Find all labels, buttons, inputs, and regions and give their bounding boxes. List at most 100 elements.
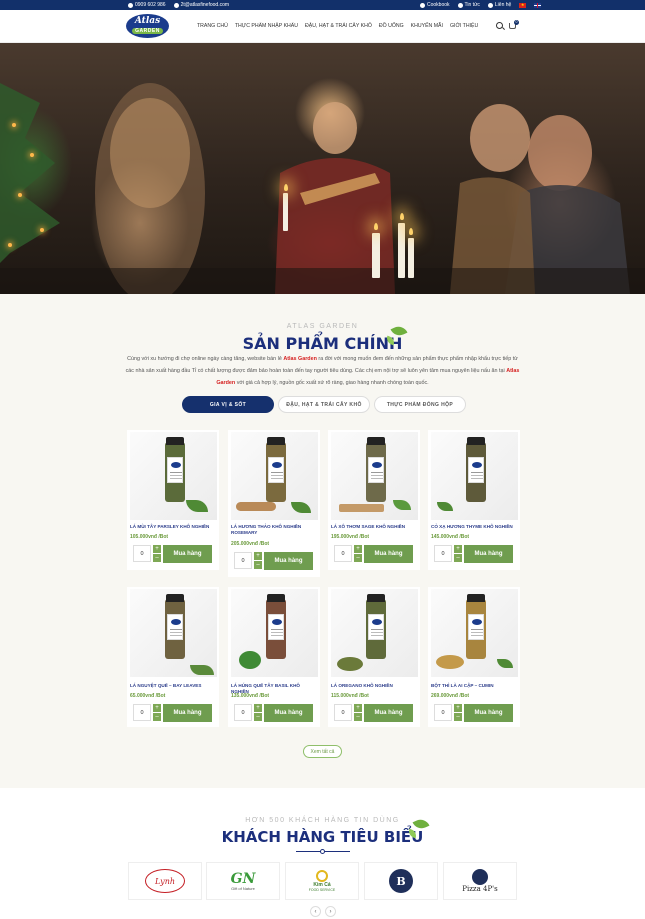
buy-button[interactable]: Mua hàng — [163, 704, 212, 722]
mail-icon — [173, 2, 179, 8]
product-image[interactable] — [231, 432, 318, 520]
quantity-input[interactable]: 0 — [434, 704, 452, 721]
client-logo[interactable]: B — [364, 862, 438, 900]
quantity-input[interactable]: 0 — [434, 545, 452, 562]
nav-item-promotions[interactable]: KHUYẾN MÃI — [411, 23, 443, 29]
spice-jar — [366, 594, 386, 659]
tab-spices-sauces[interactable]: GIA VỊ & SỐT — [182, 396, 274, 413]
qty-minus-button[interactable]: – — [354, 554, 362, 562]
view-all-button[interactable]: Xem tất cả — [303, 745, 342, 758]
topbar-link-news[interactable]: Tin tức — [457, 2, 480, 8]
herb-leaf — [186, 500, 208, 512]
contact-icon — [487, 2, 493, 8]
carousel-prev-button[interactable]: ‹ — [310, 906, 321, 917]
phone-link[interactable]: 0909 602 986 — [128, 2, 166, 8]
product-image[interactable] — [130, 589, 217, 677]
buy-button[interactable]: Mua hàng — [464, 704, 513, 722]
quantity-input[interactable]: 0 — [334, 704, 352, 721]
product-image[interactable] — [331, 589, 418, 677]
product-image[interactable] — [431, 432, 518, 520]
client-logo[interactable]: Kim Cả FOOD SERVICE — [285, 862, 359, 900]
buy-button[interactable]: Mua hàng — [364, 545, 413, 563]
product-name[interactable]: LÁ XÔ THƠM SAGE KHÔ NGHIỀN — [331, 524, 419, 530]
candle — [398, 223, 405, 278]
qty-plus-button[interactable]: + — [153, 704, 161, 712]
string-light — [18, 193, 22, 197]
product-category-tabs: GIA VỊ & SỐT ĐẬU, HẠT & TRÁI CÂY KHÔ THỰ… — [182, 396, 466, 413]
qty-plus-button[interactable]: + — [254, 552, 262, 560]
qty-minus-button[interactable]: – — [254, 713, 262, 721]
nav-item-about[interactable]: GIỚI THIỆU — [450, 23, 478, 29]
tab-canned-food[interactable]: THỰC PHẨM ĐÓNG HỘP — [374, 396, 466, 413]
product-image[interactable] — [331, 432, 418, 520]
nav-item-nuts-dried-fruit[interactable]: ĐẬU, HẠT & TRÁI CÂY KHÔ — [305, 23, 372, 29]
buy-button[interactable]: Mua hàng — [264, 552, 313, 570]
qty-plus-button[interactable]: + — [254, 704, 262, 712]
herb-leaf — [291, 502, 311, 513]
nav-item-home[interactable]: TRANG CHỦ — [197, 23, 228, 29]
quantity-input[interactable]: 0 — [334, 545, 352, 562]
string-light — [8, 243, 12, 247]
intro-text-part: Cùng với xu hướng đi chợ online ngày càn… — [127, 356, 282, 362]
product-price: 135.000vnđ /Bot — [231, 693, 270, 699]
qty-minus-button[interactable]: – — [354, 713, 362, 721]
client-logo-text: Pizza 4P's — [462, 885, 498, 893]
email-text: 2t@atlasfinefood.com — [180, 2, 230, 8]
product-image[interactable] — [130, 432, 217, 520]
quantity-input[interactable]: 0 — [133, 545, 151, 562]
intro-text-part: với giá cả hợp lý, nguồn gốc xuất xứ rõ … — [236, 380, 429, 386]
topbar-link-cookbook[interactable]: Cookbook — [420, 2, 450, 8]
product-name[interactable]: LÁ HƯƠNG THẢO KHÔ NGHIỀN ROSEMARY — [231, 524, 319, 536]
buy-button[interactable]: Mua hàng — [264, 704, 313, 722]
product-name[interactable]: LÁ NGUYỆT QUẾ – BAY LEAVES — [130, 683, 218, 689]
cart-count-badge: 0 — [514, 20, 519, 25]
product-image[interactable] — [431, 589, 518, 677]
candle — [408, 238, 414, 278]
spice-jar — [165, 594, 185, 659]
qty-plus-button[interactable]: + — [454, 545, 462, 553]
qty-minus-button[interactable]: – — [153, 713, 161, 721]
spice-jar — [266, 594, 286, 659]
product-name[interactable]: LÁ MÙI TÂY PARSLEY KHÔ NGHIỀN — [130, 524, 218, 530]
quantity-input[interactable]: 0 — [234, 704, 252, 721]
quantity-input[interactable]: 0 — [133, 704, 151, 721]
product-name[interactable]: LÁ OREGANO KHÔ NGHIỀN — [331, 683, 419, 689]
buy-button[interactable]: Mua hàng — [163, 545, 212, 563]
qty-minus-button[interactable]: – — [454, 554, 462, 562]
product-card: LÁ XÔ THƠM SAGE KHÔ NGHIỀN 195.000vnđ /B… — [328, 430, 420, 570]
nav-item-imported-food[interactable]: THỰC PHẨM NHẬP KHẨU — [235, 23, 298, 29]
client-logo[interactable]: Pizza 4P's — [443, 862, 517, 900]
qty-minus-button[interactable]: – — [454, 713, 462, 721]
qty-plus-button[interactable]: + — [454, 704, 462, 712]
section-subtitle: ATLAS GARDEN — [286, 323, 359, 330]
tab-nuts-dried-fruit[interactable]: ĐẬU, HẠT & TRÁI CÂY KHÔ — [278, 396, 370, 413]
email-link[interactable]: 2t@atlasfinefood.com — [173, 2, 230, 8]
client-logo-text: GN — [230, 870, 256, 887]
nav-item-drinks[interactable]: ĐỒ UỐNG — [379, 23, 404, 29]
product-price: 115.000vnđ /Bot — [331, 693, 369, 699]
product-image[interactable] — [231, 589, 318, 677]
search-icon[interactable] — [496, 22, 503, 29]
quantity-input[interactable]: 0 — [234, 552, 252, 569]
candle-flame — [409, 228, 413, 235]
client-logo-tagline: Gift of Nature — [231, 885, 255, 891]
site-logo[interactable]: Atlas GARDEN — [126, 14, 169, 38]
carousel-next-button[interactable]: › — [325, 906, 336, 917]
qty-plus-button[interactable]: + — [153, 545, 161, 553]
qty-plus-button[interactable]: + — [354, 545, 362, 553]
topbar-link-contact[interactable]: Liên hệ — [487, 2, 511, 8]
hero-scene — [0, 83, 645, 294]
qty-minus-button[interactable]: – — [254, 561, 262, 569]
qty-plus-button[interactable]: + — [354, 704, 362, 712]
buy-button[interactable]: Mua hàng — [364, 704, 413, 722]
product-name[interactable]: BỘT THÌ LÀ AI CẬP – CUMIN — [431, 683, 519, 689]
buy-button[interactable]: Mua hàng — [464, 545, 513, 563]
client-logo[interactable]: Lynh — [128, 862, 202, 900]
client-logo[interactable]: GN Gift of Nature — [206, 862, 280, 900]
qty-minus-button[interactable]: – — [153, 554, 161, 562]
book-icon — [420, 2, 425, 8]
vietnam-flag-icon[interactable] — [519, 2, 527, 8]
uk-flag-icon[interactable] — [534, 2, 542, 8]
herb-leaf — [497, 659, 513, 668]
product-name[interactable]: CỎ XẠ HƯƠNG THYME KHÔ NGHIỀN — [431, 524, 519, 530]
